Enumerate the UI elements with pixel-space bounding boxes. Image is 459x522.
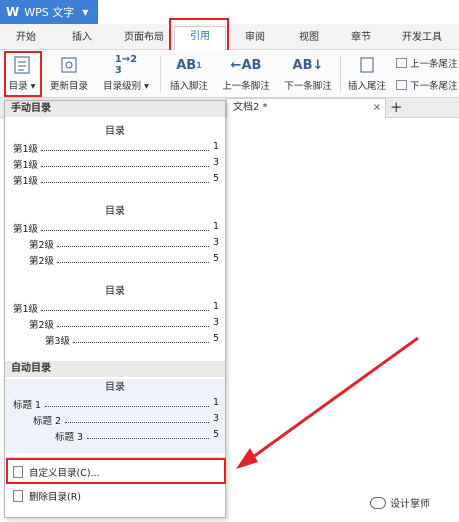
prev-endnote-icon <box>396 58 407 68</box>
toc-line: 第1级 1 <box>13 301 219 315</box>
tab-developer[interactable]: 开发工具 <box>396 28 448 48</box>
toc-level-icon: 1→2 3 <box>114 54 138 76</box>
toc-level-button[interactable]: 1→2 3 目录级别 ▾ <box>98 52 154 96</box>
prev-footnote-label: 上一条脚注 <box>222 81 270 92</box>
next-footnote-label: 下一条脚注 <box>284 81 332 92</box>
chevron-down-icon: ▼ <box>82 7 89 17</box>
auto-toc-header: 自动目录 <box>5 361 225 377</box>
endnote-icon <box>358 52 376 78</box>
ribbon-separator <box>160 56 161 92</box>
tab-chapter[interactable]: 章节 <box>344 28 378 48</box>
toc-style-option-3[interactable]: 目录 第1级 1 第2级 3 第3级 5 <box>5 283 225 349</box>
delete-document-icon <box>13 490 23 502</box>
next-footnote-icon: AB ↓ <box>292 57 324 73</box>
toc-button-label: 目录 ▾ <box>8 81 36 92</box>
watermark: 设计掌师 <box>370 495 430 510</box>
tab-view[interactable]: 视图 <box>292 28 326 48</box>
preview-title: 目录 <box>105 126 125 137</box>
next-footnote-button[interactable]: AB ↓ 下一条脚注 <box>280 52 336 96</box>
document-canvas[interactable] <box>226 118 459 522</box>
toc-line: 第2级 5 <box>29 253 219 267</box>
toc-line: 标题 11 <box>13 397 219 411</box>
toc-style-option-1[interactable]: 目录 第1级 1 第1级 3 第1级 5 <box>5 123 225 189</box>
next-endnote-icon <box>396 80 407 90</box>
toc-line: 第1级 5 <box>13 173 219 187</box>
insert-footnote-button[interactable]: AB 1 插入脚注 <box>166 52 212 96</box>
wps-logo-icon: W <box>6 5 20 19</box>
tab-references[interactable]: 引用 <box>174 26 226 51</box>
toc-dropdown-menu: 手动目录 目录 第1级 1 第1级 3 第1级 5 目录 第1级 1 第2级 3 第2级 5… <box>4 100 226 518</box>
prev-footnote-icon: ← AB <box>230 57 262 73</box>
tab-home[interactable]: 开始 <box>8 28 44 48</box>
insert-endnote-button[interactable]: 插入尾注 <box>344 52 390 96</box>
prev-footnote-button[interactable]: ← AB 上一条脚注 <box>218 52 274 96</box>
delete-toc-menu-item[interactable]: 删除目录(R) <box>5 487 225 505</box>
wechat-icon <box>370 496 386 509</box>
auto-toc-option[interactable]: 目录 标题 11 标题 23 标题 35 <box>5 379 225 453</box>
preview-title: 目录 <box>105 286 125 297</box>
title-bar: W WPS 文字 ▼ <box>0 0 459 24</box>
custom-toc-menu-item[interactable]: 自定义目录(C)... <box>5 463 225 481</box>
toc-style-option-2[interactable]: 目录 第1级 1 第2级 3 第2级 5 <box>5 203 225 269</box>
toc-line: 第1级 1 <box>13 221 219 235</box>
preview-title: 目录 <box>105 382 125 393</box>
app-title: WPS 文字 <box>24 6 75 19</box>
toc-line: 第2级 3 <box>29 317 219 331</box>
preview-title: 目录 <box>105 206 125 217</box>
toc-line: 第1级 1 <box>13 141 219 155</box>
document-tab[interactable]: 文档2 * × <box>226 98 386 118</box>
toc-button[interactable]: 目录 ▾ <box>6 52 38 96</box>
ribbon-tabs: 开始 插入 页面布局 引用 审阅 视图 章节 开发工具 <box>0 24 459 51</box>
prev-endnote-button[interactable]: 上一条尾注 <box>396 56 458 70</box>
ribbon-separator <box>340 56 341 92</box>
close-icon[interactable]: × <box>373 99 381 117</box>
manual-toc-header: 手动目录 <box>5 101 225 117</box>
tab-review[interactable]: 审阅 <box>238 28 272 48</box>
toc-line: 标题 35 <box>55 429 219 443</box>
toc-line: 第3级 5 <box>45 333 219 347</box>
refresh-doc-icon <box>59 52 79 78</box>
toc-level-label: 目录级别 ▾ <box>103 81 149 92</box>
toc-line: 第2级 3 <box>29 237 219 251</box>
toc-line: 标题 23 <box>33 413 219 427</box>
insert-footnote-label: 插入脚注 <box>169 81 208 92</box>
footnote-icon: AB 1 <box>176 57 202 73</box>
ribbon-toolbar: 目录 ▾ 更新目录 1→2 3 目录级别 ▾ AB 1 插入脚注 ← AB 上一条脚注… <box>0 50 459 98</box>
tab-page-layout[interactable]: 页面布局 <box>116 28 172 48</box>
app-menu-button[interactable]: W WPS 文字 ▼ <box>0 0 98 24</box>
new-tab-button[interactable]: + <box>390 98 403 116</box>
update-toc-button[interactable]: 更新目录 <box>46 52 92 96</box>
toc-line: 第1级 3 <box>13 157 219 171</box>
update-toc-label: 更新目录 <box>49 81 88 92</box>
document-icon <box>13 466 23 478</box>
next-endnote-button[interactable]: 下一条尾注 <box>396 78 458 92</box>
tab-insert[interactable]: 插入 <box>64 28 100 48</box>
insert-endnote-label: 插入尾注 <box>347 81 386 92</box>
menu-divider <box>5 457 225 458</box>
toc-icon <box>12 52 32 78</box>
